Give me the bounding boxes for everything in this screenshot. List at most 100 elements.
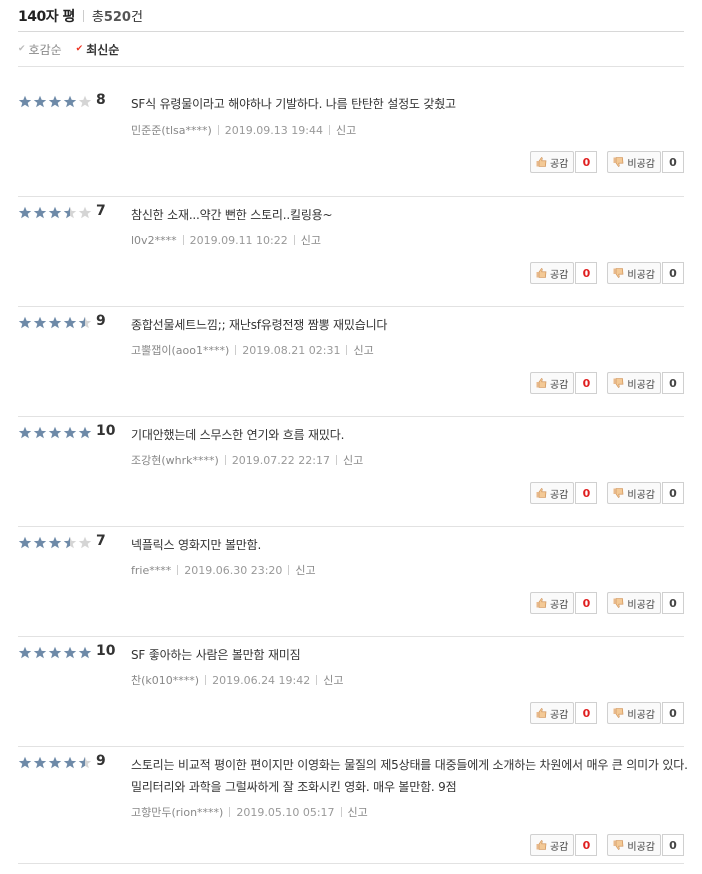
review-text: SF식 유령물이라고 해야하나 기발하다. 나름 탄탄한 설정도 갖췄고 <box>131 97 456 111</box>
rating-star-icon <box>48 536 62 549</box>
review-text: 참신한 소재...약간 뻔한 스토리..킬링용~ <box>131 208 333 222</box>
divider <box>235 345 237 355</box>
review-item: 9 스토리는 비교적 평이한 편이지만 이영화는 물질의 제5상태를 대중들에게… <box>18 747 688 864</box>
rating-star-icon <box>18 536 32 549</box>
thumbs-down-icon <box>613 488 624 498</box>
thumbs-down-icon <box>613 598 624 608</box>
rating-star-icon <box>33 646 47 659</box>
author[interactable]: 찬(k010****) <box>131 672 199 688</box>
divider <box>205 675 207 685</box>
review-item: 8 SF식 유령물이라고 해야하나 기발하다. 나름 탄탄한 설정도 갖췄고 민… <box>18 86 684 197</box>
divider <box>288 565 290 575</box>
like-button[interactable]: 공감 <box>529 702 575 724</box>
check-icon: ✔ <box>75 44 84 54</box>
divider <box>346 345 348 355</box>
like-button[interactable]: 공감 <box>529 151 575 173</box>
divider <box>340 807 342 817</box>
rating-star-icon <box>63 756 77 769</box>
review-date: 2019.06.24 19:42 <box>212 673 311 687</box>
thumbs-up-icon <box>536 598 547 608</box>
rating-star-icon <box>48 95 62 108</box>
rating-score: 7 <box>96 203 106 219</box>
review-item: 10 기대안했는데 스무스한 연기와 흐름 재밌다. 조강현(whrk****)… <box>18 417 684 527</box>
star-rating <box>18 426 93 439</box>
report-link[interactable]: 신고 <box>343 452 363 468</box>
review-item: 7 참신한 소재...약간 뻔한 스토리..킬링용~ l0v2**** 2019… <box>18 197 684 307</box>
like-count: 0 <box>575 151 598 173</box>
rating-star-icon <box>33 206 47 219</box>
like-count: 0 <box>575 592 598 614</box>
divider <box>217 125 219 135</box>
review-header: 140자 평 총520건 <box>18 0 684 32</box>
rating-star-icon <box>63 206 77 219</box>
dislike-button[interactable]: 비공감 <box>607 151 661 173</box>
review-text: 기대안했는데 스무스한 연기와 흐름 재밌다. <box>131 428 345 442</box>
dislike-button[interactable]: 비공감 <box>607 592 661 614</box>
like-button[interactable]: 공감 <box>529 592 575 614</box>
author[interactable]: 고향만두(rion****) <box>131 804 223 820</box>
rating-star-icon <box>33 316 47 329</box>
rating-star-icon <box>33 426 47 439</box>
dislike-count: 0 <box>662 262 684 284</box>
author[interactable]: frie**** <box>131 564 171 577</box>
dislike-button[interactable]: 비공감 <box>607 372 661 394</box>
vote-buttons: 공감 0 비공감 0 <box>529 262 684 284</box>
review-date: 2019.08.21 02:31 <box>242 343 341 357</box>
thumbs-down-icon <box>613 268 624 278</box>
divider <box>316 675 318 685</box>
star-rating <box>18 756 93 769</box>
review-date: 2019.09.13 19:44 <box>224 123 323 137</box>
dislike-button[interactable]: 비공감 <box>607 482 661 504</box>
vote-buttons: 공감 0 비공감 0 <box>529 372 684 394</box>
report-link[interactable]: 신고 <box>353 342 373 358</box>
rating-star-icon <box>78 316 92 329</box>
report-link[interactable]: 신고 <box>301 232 321 248</box>
like-button[interactable]: 공감 <box>529 262 575 284</box>
star-rating <box>18 206 93 219</box>
rating-star-icon <box>63 426 77 439</box>
rating-score: 7 <box>96 533 106 549</box>
sort-by-latest[interactable]: ✔ 최신순 <box>76 41 120 58</box>
dislike-count: 0 <box>662 482 684 504</box>
like-count: 0 <box>575 262 598 284</box>
rating-star-icon <box>18 316 32 329</box>
thumbs-up-icon <box>536 840 547 850</box>
divider <box>224 455 226 465</box>
review-date: 2019.07.22 22:17 <box>231 453 330 467</box>
dislike-button[interactable]: 비공감 <box>607 834 661 856</box>
dislike-count: 0 <box>662 151 684 173</box>
vote-buttons: 공감 0 비공감 0 <box>529 702 684 724</box>
author[interactable]: l0v2**** <box>131 234 177 247</box>
thumbs-down-icon <box>613 378 624 388</box>
like-count: 0 <box>575 372 598 394</box>
like-button[interactable]: 공감 <box>529 482 575 504</box>
section-title: 140자 평 <box>18 8 75 25</box>
rating-star-icon <box>48 756 62 769</box>
rating-star-icon <box>48 646 62 659</box>
rating-star-icon <box>63 536 77 549</box>
review-item: 7 넥플릭스 영화지만 볼만함. frie**** 2019.06.30 23:… <box>18 527 684 637</box>
rating-star-icon <box>78 426 92 439</box>
thumbs-down-icon <box>613 840 624 850</box>
rating-star-icon <box>18 646 32 659</box>
author[interactable]: 조강현(whrk****) <box>131 452 219 468</box>
review-text: 종합선물세트느낌;; 재난sf유령전쟁 짬뽕 재밌습니다 <box>131 318 388 332</box>
vote-buttons: 공감 0 비공감 0 <box>529 151 684 173</box>
star-rating <box>18 646 93 659</box>
sort-by-likes[interactable]: ✔ 호감순 <box>18 41 62 58</box>
report-link[interactable]: 신고 <box>295 562 315 578</box>
report-link[interactable]: 신고 <box>323 672 343 688</box>
author[interactable]: 민준준(tlsa****) <box>131 122 212 138</box>
rating-score: 9 <box>96 313 106 329</box>
like-button[interactable]: 공감 <box>529 834 575 856</box>
like-button[interactable]: 공감 <box>529 372 575 394</box>
rating-star-icon <box>33 536 47 549</box>
review-date: 2019.06.30 23:20 <box>184 563 283 577</box>
review-meta: 찬(k010****) 2019.06.24 19:42 신고 <box>131 672 344 688</box>
dislike-button[interactable]: 비공감 <box>607 262 661 284</box>
like-count: 0 <box>575 482 598 504</box>
dislike-button[interactable]: 비공감 <box>607 702 661 724</box>
report-link[interactable]: 신고 <box>336 122 356 138</box>
author[interactable]: 고뿔잽이(aoo1****) <box>131 342 229 358</box>
report-link[interactable]: 신고 <box>348 804 368 820</box>
